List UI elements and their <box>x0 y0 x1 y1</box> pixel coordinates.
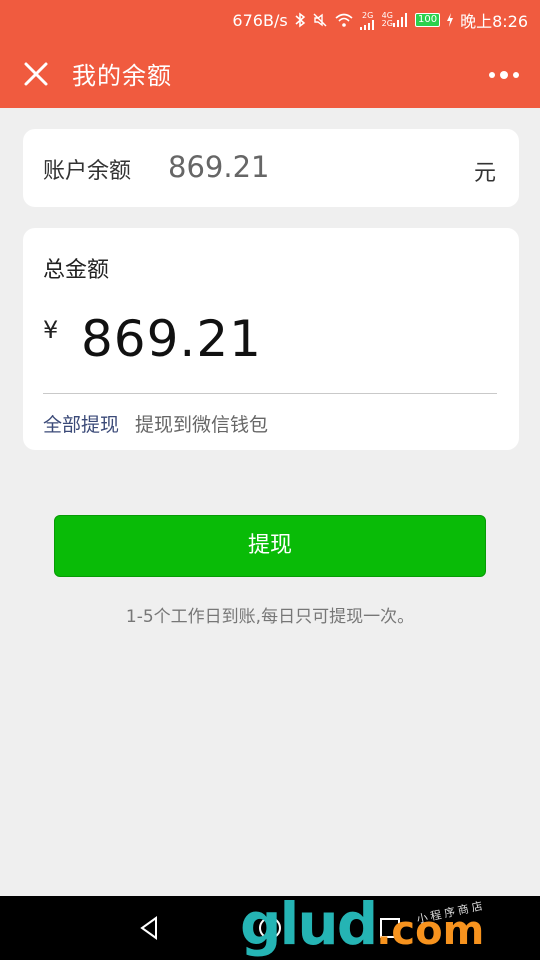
currency-unit: 元 <box>473 161 496 186</box>
mute-icon <box>312 12 328 28</box>
system-nav-bar <box>0 896 540 960</box>
recents-square-icon <box>380 918 400 938</box>
signal-label-2g: 2G <box>362 10 374 20</box>
home-circle-icon <box>259 917 281 939</box>
withdraw-button[interactable]: 提现 <box>54 515 486 577</box>
account-balance-label: 账户余额 <box>43 159 132 184</box>
account-balance-card: 账户余额 869.21 元 <box>23 129 519 207</box>
withdraw-destination-hint: 提现到微信钱包 <box>135 414 269 436</box>
wifi-icon <box>334 12 354 28</box>
status-bar: 676B/s 2G 4G 2G 100 晚上8:26 <box>0 0 540 36</box>
bluetooth-icon <box>294 12 306 28</box>
more-dots-icon <box>489 71 519 79</box>
withdraw-note: 1-5个工作日到账,每日只可提现一次。 <box>125 607 415 627</box>
status-indicators: 676B/s 2G 4G 2G 100 晚上8:26 <box>232 8 528 32</box>
total-amount-card: 总金额 ¥ 869.21 全部提现 提现到微信钱包 <box>23 228 519 450</box>
page-title: 我的余额 <box>72 62 172 90</box>
more-menu-button[interactable] <box>488 66 520 79</box>
account-balance-amount: 869.21 <box>168 150 270 184</box>
recents-button[interactable] <box>374 912 406 944</box>
yen-symbol: ¥ <box>43 316 59 344</box>
back-button[interactable] <box>134 912 166 944</box>
battery-icon: 100 <box>414 13 441 27</box>
close-icon <box>24 62 48 86</box>
signal-2g-icon: 2G <box>359 10 376 30</box>
nav-bar: 我的余额 <box>0 36 540 108</box>
withdraw-all-link[interactable]: 全部提现 <box>43 410 119 437</box>
network-speed: 676B/s <box>232 10 288 30</box>
signal-label-4g: 4G 2G <box>381 11 393 28</box>
charging-icon <box>446 13 454 27</box>
back-triangle-icon <box>140 916 157 940</box>
total-amount-title: 总金额 <box>43 258 110 283</box>
home-button[interactable] <box>254 912 286 944</box>
total-amount-value: 869.21 <box>81 310 262 368</box>
divider <box>43 393 497 394</box>
signal-4g-icon: 4G 2G <box>382 12 409 28</box>
clock: 晚上8:26 <box>460 12 528 31</box>
close-button[interactable] <box>22 60 50 88</box>
